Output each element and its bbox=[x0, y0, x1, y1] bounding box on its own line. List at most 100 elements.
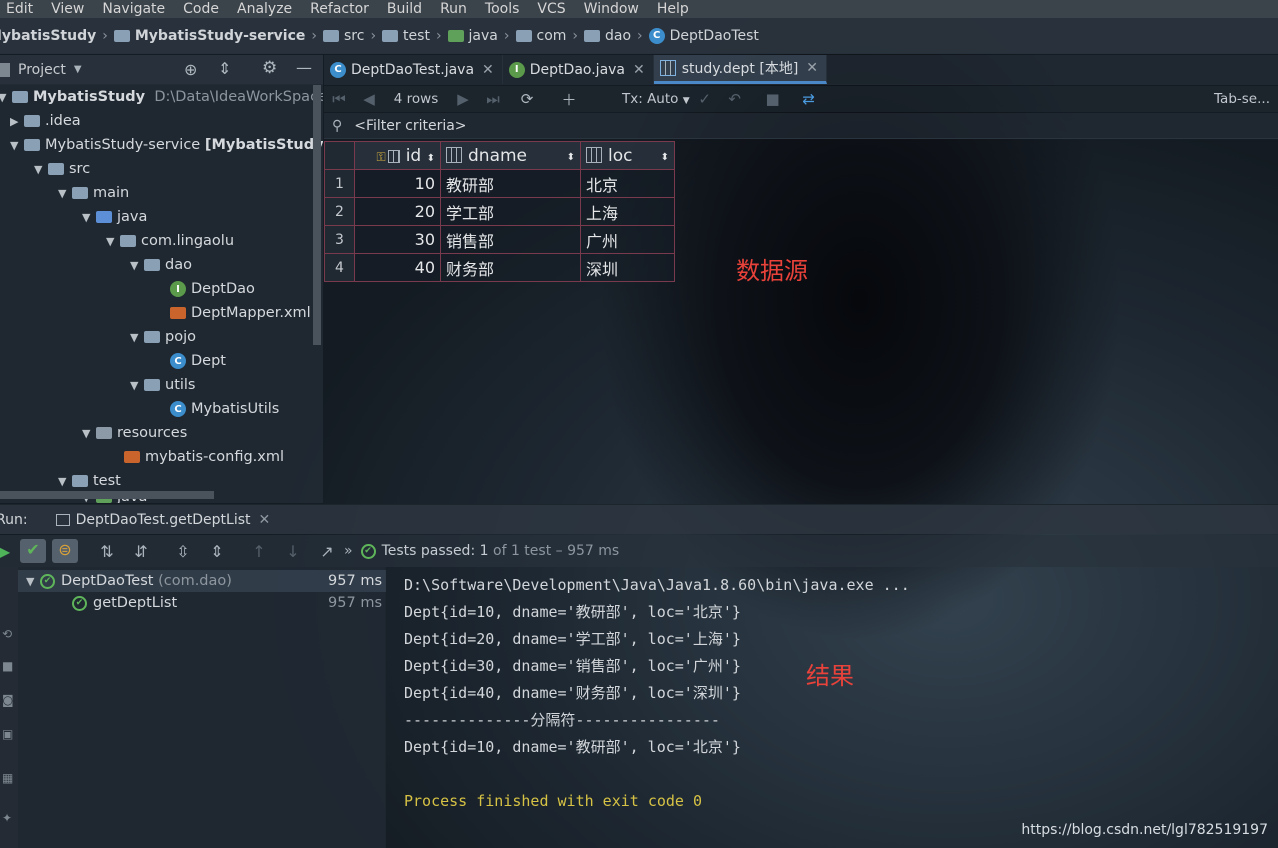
tab-deptdao[interactable]: I DeptDao.java ✕ bbox=[503, 55, 654, 84]
sort-icon[interactable]: ⬍ bbox=[427, 153, 435, 164]
minimize-icon[interactable]: — bbox=[296, 58, 312, 77]
cell-loc[interactable]: 上海 bbox=[580, 197, 675, 226]
tab-separated-select[interactable]: Tab-se... bbox=[1214, 91, 1270, 107]
column-header-id[interactable]: ⚿ id ⬍ bbox=[354, 141, 441, 170]
console-output[interactable]: D:\Software\Development\Java\Java1.8.60\… bbox=[387, 567, 1278, 848]
cell-id[interactable]: 40 bbox=[354, 253, 441, 282]
locate-icon[interactable]: ⊕ bbox=[184, 60, 197, 79]
export-icon[interactable]: ↗ bbox=[310, 542, 344, 561]
column-header-loc[interactable]: loc ⬍ bbox=[580, 141, 675, 170]
tree-item-package[interactable]: ▼ com.lingaolu bbox=[106, 229, 234, 253]
test-class-row[interactable]: ▼ ✔ DeptDaoTest (com.dao) 957 ms bbox=[18, 570, 386, 592]
breadcrumb-item[interactable]: test › bbox=[382, 28, 448, 44]
tree-item-main[interactable]: ▼ main bbox=[58, 181, 129, 205]
run-config-tab[interactable]: DeptDaoTest.getDeptList ✕ bbox=[55, 512, 270, 528]
tree-item-dao[interactable]: ▼ dao bbox=[130, 253, 192, 277]
row-number[interactable]: 1 bbox=[324, 169, 355, 198]
tree-item-src[interactable]: ▼ src bbox=[34, 157, 90, 181]
horizontal-scrollbar[interactable] bbox=[0, 491, 214, 499]
menu-run[interactable]: Run bbox=[428, 2, 479, 16]
menu-view[interactable]: View bbox=[39, 2, 96, 16]
tree-item-module[interactable]: ▼MybatisStudy-service [MybatisStudyser bbox=[10, 133, 323, 157]
stop-icon[interactable]: ■ bbox=[2, 659, 13, 673]
row-number[interactable]: 4 bbox=[324, 253, 355, 282]
first-page-icon[interactable]: ⏮ bbox=[324, 90, 354, 108]
menu-help[interactable]: Help bbox=[645, 2, 701, 16]
show-ignored-icon[interactable]: ⊜ bbox=[52, 539, 78, 563]
close-icon[interactable]: ✕ bbox=[482, 62, 494, 78]
more-icon[interactable]: » bbox=[344, 543, 353, 559]
dropdown-icon[interactable]: ▼ bbox=[74, 64, 82, 75]
stop-icon[interactable]: ■ bbox=[758, 90, 788, 108]
row-number[interactable]: 3 bbox=[324, 225, 355, 254]
test-method-row[interactable]: ✔ getDeptList 957 ms bbox=[18, 592, 386, 614]
cell-loc[interactable]: 北京 bbox=[580, 169, 675, 198]
menu-build[interactable]: Build bbox=[375, 2, 434, 16]
gear-icon[interactable]: ⚙ bbox=[262, 58, 277, 78]
cell-loc[interactable]: 深圳 bbox=[580, 253, 675, 282]
breadcrumb-item[interactable]: MybatisStudy› bbox=[0, 28, 114, 44]
commit-icon[interactable]: ✓ bbox=[690, 90, 720, 108]
cell-dname[interactable]: 学工部 bbox=[440, 197, 581, 226]
restore-layout-icon[interactable]: ▣ bbox=[2, 727, 13, 741]
tree-item-root[interactable]: ▼MybatisStudy D:\Data\IdeaWorkSpaceStu bbox=[0, 85, 323, 109]
vertical-scrollbar[interactable] bbox=[313, 85, 321, 345]
close-icon[interactable]: ✕ bbox=[633, 62, 645, 78]
rerun-icon[interactable]: ▶ bbox=[0, 542, 12, 561]
close-icon[interactable]: ✕ bbox=[806, 60, 818, 76]
tree-item-dept[interactable]: C Dept bbox=[170, 349, 226, 373]
tree-item-test[interactable]: ▼ test bbox=[58, 469, 121, 493]
collapse-all-icon[interactable]: ⇕ bbox=[218, 59, 231, 78]
cell-id[interactable]: 20 bbox=[354, 197, 441, 226]
next-failed-icon[interactable]: ↓ bbox=[276, 542, 310, 561]
sort-duration-icon[interactable]: ⇵ bbox=[124, 542, 158, 561]
collapse-all-icon[interactable]: ⇕ bbox=[200, 542, 234, 561]
filter-input[interactable]: <Filter criteria> bbox=[354, 118, 466, 134]
tree-item-utils[interactable]: ▼ utils bbox=[130, 373, 196, 397]
menu-analyze[interactable]: Analyze bbox=[225, 2, 304, 16]
menu-vcs[interactable]: VCS bbox=[525, 2, 577, 16]
breadcrumb-item[interactable]: java › bbox=[447, 28, 516, 44]
add-row-icon[interactable]: ＋ bbox=[554, 89, 584, 110]
compare-icon[interactable]: ⇄ bbox=[794, 90, 824, 108]
cell-id[interactable]: 30 bbox=[354, 225, 441, 254]
sort-icon[interactable]: ⬍ bbox=[567, 152, 575, 163]
rollback-icon[interactable]: ↶ bbox=[720, 90, 750, 108]
cell-dname[interactable]: 教研部 bbox=[440, 169, 581, 198]
column-header-dname[interactable]: dname ⬍ bbox=[440, 141, 581, 170]
tab-study-dept[interactable]: study.dept [本地] ✕ bbox=[653, 55, 828, 84]
pin-icon[interactable]: ✦ bbox=[2, 811, 12, 825]
tree-item-mybatisutils[interactable]: C MybatisUtils bbox=[170, 397, 279, 421]
tree-item-deptmapper[interactable]: DeptMapper.xml bbox=[170, 301, 311, 325]
camera-icon[interactable]: ◙ bbox=[2, 693, 14, 707]
tree-item-pojo[interactable]: ▼ pojo bbox=[130, 325, 196, 349]
tree-item-resources[interactable]: ▼ resources bbox=[82, 421, 187, 445]
breadcrumb-item[interactable]: MybatisStudy-service › bbox=[113, 28, 323, 44]
menu-navigate[interactable]: Navigate bbox=[90, 2, 177, 16]
sort-icon[interactable]: ⬍ bbox=[661, 152, 669, 163]
menu-code[interactable]: Code bbox=[171, 2, 231, 16]
row-number[interactable]: 2 bbox=[324, 197, 355, 226]
menu-window[interactable]: Window bbox=[572, 2, 651, 16]
breadcrumb-item[interactable]: src › bbox=[322, 28, 382, 44]
tx-mode-select[interactable]: Tx: Auto ▼ bbox=[622, 91, 690, 107]
project-title[interactable]: Project bbox=[18, 62, 66, 78]
tree-item-config[interactable]: mybatis-config.xml bbox=[124, 445, 284, 469]
cell-id[interactable]: 10 bbox=[354, 169, 441, 198]
next-page-icon[interactable]: ▶ bbox=[448, 90, 478, 108]
expand-all-icon[interactable]: ⇳ bbox=[166, 542, 200, 561]
cell-dname[interactable]: 财务部 bbox=[440, 253, 581, 282]
show-passed-icon[interactable]: ✔ bbox=[20, 539, 46, 563]
tree-item-java[interactable]: ▼ java bbox=[82, 205, 147, 229]
tree-item-idea[interactable]: ▶ .idea bbox=[10, 109, 81, 133]
tab-deptdaotest[interactable]: C DeptDaoTest.java ✕ bbox=[324, 55, 503, 84]
prev-failed-icon[interactable]: ↑ bbox=[242, 542, 276, 561]
menu-refactor[interactable]: Refactor bbox=[298, 2, 381, 16]
breadcrumb-item[interactable]: C DeptDaoTest bbox=[648, 27, 759, 44]
layout-icon[interactable]: ▦ bbox=[2, 771, 13, 785]
menu-tools[interactable]: Tools bbox=[473, 2, 532, 16]
breadcrumb-item[interactable]: com › bbox=[515, 28, 585, 44]
cell-dname[interactable]: 销售部 bbox=[440, 225, 581, 254]
sort-alpha-icon[interactable]: ⇅ bbox=[90, 542, 124, 561]
debug-icon[interactable]: ⟲ bbox=[2, 627, 12, 641]
